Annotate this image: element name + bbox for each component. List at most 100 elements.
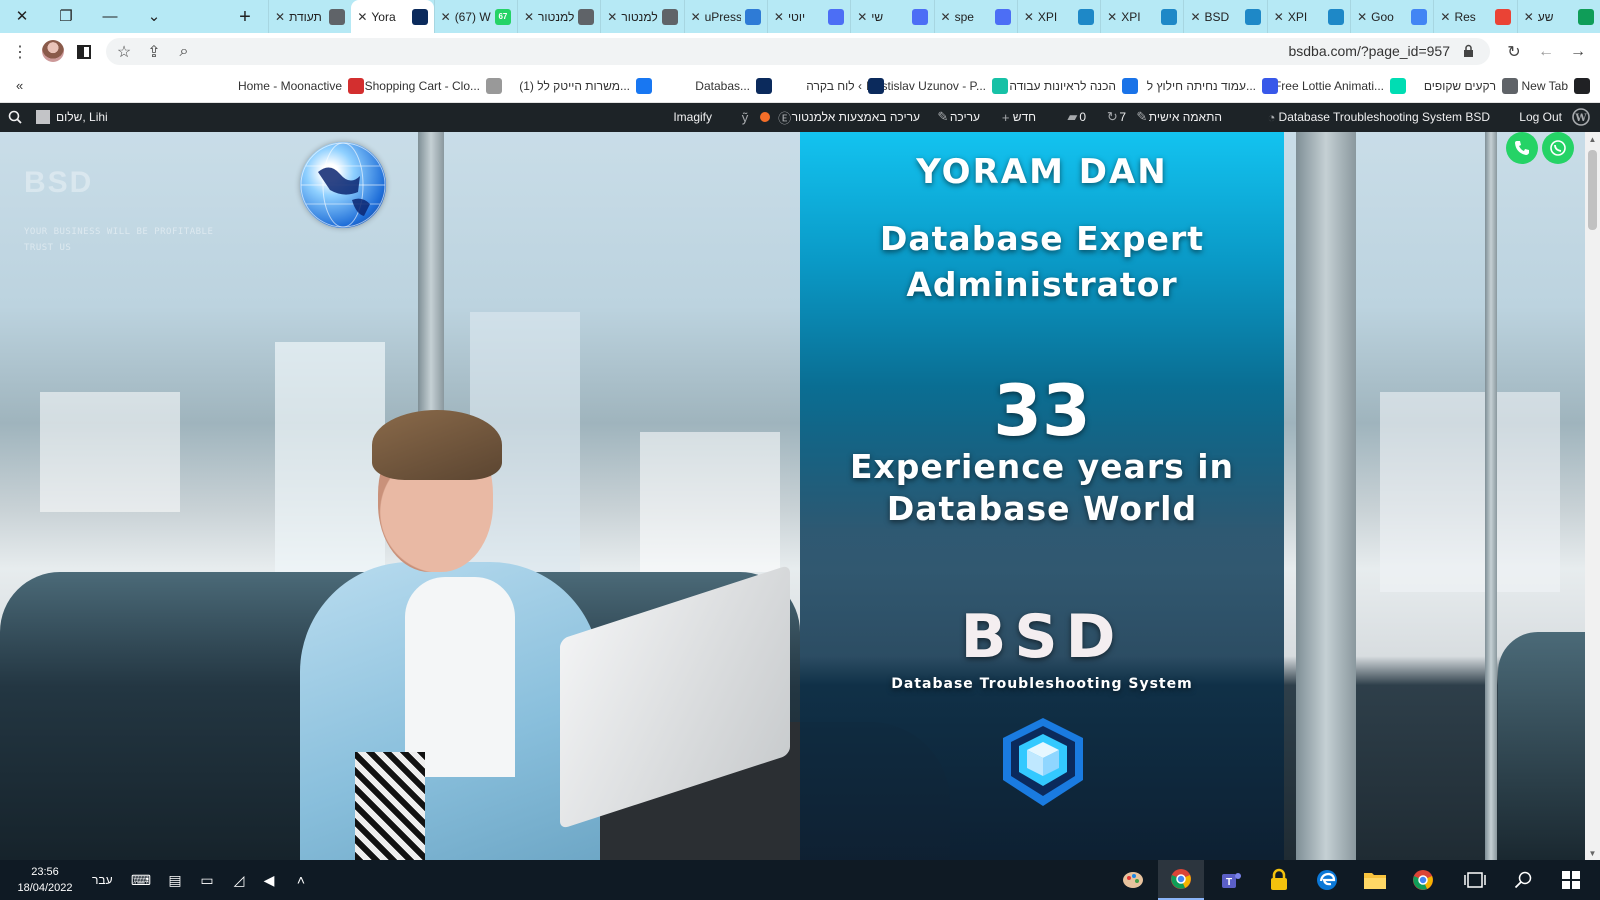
updates-link[interactable]: ↻ 7 xyxy=(1099,109,1126,124)
bookmark-item[interactable]: Free Lottie Animati... xyxy=(1274,78,1406,94)
paint-app-icon[interactable] xyxy=(1110,860,1156,900)
my-account-link[interactable]: שלום, Lihi xyxy=(36,110,108,124)
whatsapp-button[interactable] xyxy=(1542,132,1574,164)
browser-tab[interactable]: ✕ יוטי xyxy=(766,0,850,33)
bookmark-item[interactable]: הכנה לראיונות עבודה xyxy=(1009,78,1138,94)
browser-tab[interactable]: ✕ Goo xyxy=(1350,0,1433,33)
browser-tab[interactable]: ✕ שע xyxy=(1516,0,1600,33)
browser-tab[interactable]: ✕ spe xyxy=(933,0,1017,33)
forward-icon[interactable]: ← xyxy=(1534,40,1558,64)
bookmark-star-icon[interactable]: ☆ xyxy=(112,40,136,64)
bookmark-item[interactable]: עמוד נחיתה חילוץ ל... xyxy=(1147,78,1278,94)
edge-app-icon[interactable] xyxy=(1304,860,1350,900)
omnibox[interactable]: ☆ ⇪ ⌕ bsdba.com/?page_id=957 xyxy=(106,38,1490,65)
minimize-window-button[interactable]: — xyxy=(88,0,132,32)
notifications-icon[interactable]: ▤ xyxy=(165,870,185,890)
browser-tab[interactable]: ✕ אלמנטור xyxy=(600,0,683,33)
globe-logo-icon[interactable] xyxy=(300,142,386,228)
browser-tab[interactable]: ✕ Yora xyxy=(351,0,434,33)
share-icon[interactable]: ⇪ xyxy=(142,40,166,64)
lock-app-icon[interactable] xyxy=(1256,860,1302,900)
bookmark-item[interactable]: Databas... xyxy=(695,78,772,94)
menu-icon[interactable]: ⋮ xyxy=(8,40,32,64)
back-icon[interactable]: → xyxy=(1566,40,1590,64)
input-language[interactable]: עבר xyxy=(92,873,113,887)
logout-link[interactable]: Log Out xyxy=(1519,110,1562,124)
start-button-icon[interactable] xyxy=(1548,860,1594,900)
restore-window-button[interactable]: ❐ xyxy=(44,0,88,32)
browser-tab[interactable]: ✕ שי xyxy=(850,0,933,33)
battery-icon[interactable]: ▭ xyxy=(197,870,217,890)
site-name-link[interactable]: ◔ Database Troubleshooting System BSD xyxy=(1259,110,1490,125)
search-taskbar-icon[interactable] xyxy=(1500,860,1546,900)
site-logo[interactable]: BSD xyxy=(24,166,93,200)
close-tab-icon[interactable]: ✕ xyxy=(524,10,534,24)
scroll-down-icon[interactable]: ▼ xyxy=(1585,846,1600,860)
browser-tab[interactable]: ✕ uPress xyxy=(683,0,767,33)
tray-overflow-icon[interactable]: ˄ xyxy=(291,870,311,890)
comments-link[interactable]: ▰ 0 xyxy=(1059,109,1086,124)
bookmark-item[interactable]: רקעים שקופים xyxy=(1424,78,1518,94)
browser-tab[interactable]: ✕(67) Wh67 xyxy=(433,0,517,33)
close-tab-icon[interactable]: ✕ xyxy=(1357,10,1367,24)
browser-tab[interactable]: ✕ XPI xyxy=(1266,0,1350,33)
new-tab-button[interactable]: + xyxy=(232,4,258,30)
imagify-link[interactable]: Imagify xyxy=(673,110,712,124)
task-view-icon[interactable] xyxy=(1452,860,1498,900)
close-tab-icon[interactable]: ✕ xyxy=(857,10,867,24)
file-explorer-app-icon[interactable] xyxy=(1352,860,1398,900)
bookmark-item[interactable]: Rostislav Uzunov - P... xyxy=(866,78,1008,94)
close-tab-icon[interactable]: ✕ xyxy=(1107,10,1117,24)
side-panel-icon[interactable] xyxy=(72,40,96,64)
close-tab-icon[interactable]: ✕ xyxy=(1024,10,1034,24)
search-icon[interactable] xyxy=(8,110,22,124)
browser-tab[interactable]: ✕ XPI xyxy=(1016,0,1100,33)
chrome-active-app-icon[interactable] xyxy=(1158,860,1204,900)
zoom-icon[interactable]: ⌕ xyxy=(172,40,196,64)
close-tab-icon[interactable]: ✕ xyxy=(1440,10,1450,24)
bookmark-item[interactable]: Home - Moonactive xyxy=(238,78,364,94)
close-tab-icon[interactable]: ✕ xyxy=(941,10,951,24)
bookmark-item[interactable]: New Tab xyxy=(1522,78,1590,94)
chrome-app-icon[interactable] xyxy=(1400,860,1446,900)
browser-tab[interactable]: ✕ XPI xyxy=(1100,0,1183,33)
browser-tab[interactable]: ✕ Res xyxy=(1433,0,1516,33)
lock-icon[interactable] xyxy=(1463,44,1474,58)
browser-tab[interactable]: ✕ אלמנטור xyxy=(516,0,600,33)
bookmark-item[interactable]: (1) משרות הייטק לל... xyxy=(519,78,652,94)
close-tab-icon[interactable]: ✕ xyxy=(774,10,784,24)
profile-avatar[interactable] xyxy=(42,40,64,62)
teams-app-icon[interactable]: T xyxy=(1208,860,1254,900)
close-tab-icon[interactable]: ✕ xyxy=(357,10,367,24)
page-scrollbar[interactable]: ▲ ▼ xyxy=(1585,132,1600,860)
close-tab-icon[interactable]: ✕ xyxy=(1190,10,1200,24)
phone-button[interactable] xyxy=(1506,132,1538,164)
browser-tab[interactable]: ✕ תעודת xyxy=(268,0,351,33)
wordpress-logo-icon[interactable]: W xyxy=(1572,108,1590,126)
wifi-icon[interactable]: ◿ xyxy=(229,870,249,890)
volume-icon[interactable]: ◀ xyxy=(259,870,279,890)
yoast-icon[interactable]: ỹ xyxy=(732,110,770,125)
customize-link[interactable]: ✎ התאמה אישית xyxy=(1129,109,1222,124)
close-tab-icon[interactable]: ✕ xyxy=(1274,10,1284,24)
close-window-button[interactable]: ✕ xyxy=(0,0,44,32)
bookmark-item[interactable]: לוח בקרה ‹ xyxy=(806,78,884,94)
edit-link[interactable]: ✎ עריכה xyxy=(930,109,980,124)
close-tab-icon[interactable]: ✕ xyxy=(1524,10,1534,24)
reload-icon[interactable]: ↻ xyxy=(1502,40,1526,64)
close-tab-icon[interactable]: ✕ xyxy=(441,10,451,24)
new-content-link[interactable]: + חדש xyxy=(993,110,1036,125)
keyboard-icon[interactable]: ⌨ xyxy=(128,870,154,890)
close-tab-icon[interactable]: ✕ xyxy=(607,10,617,24)
close-tab-icon[interactable]: ✕ xyxy=(275,10,285,24)
elementor-edit-link[interactable]: Ⓔ עריכה באמצעות אלמנטור xyxy=(772,110,920,126)
clock[interactable]: 23:56 18/04/2022 xyxy=(6,864,84,896)
bookmarks-overflow-icon[interactable]: « xyxy=(16,78,23,93)
bookmark-item[interactable]: Shopping Cart - Clo... xyxy=(365,78,502,94)
close-tab-icon[interactable]: ✕ xyxy=(691,10,701,24)
url-text[interactable]: bsdba.com/?page_id=957 xyxy=(1288,43,1450,59)
scroll-up-icon[interactable]: ▲ xyxy=(1585,132,1600,146)
tab-search-button[interactable]: ⌄ xyxy=(132,0,176,32)
scroll-thumb[interactable] xyxy=(1588,150,1597,230)
browser-tab[interactable]: ✕ BSD xyxy=(1183,0,1266,33)
